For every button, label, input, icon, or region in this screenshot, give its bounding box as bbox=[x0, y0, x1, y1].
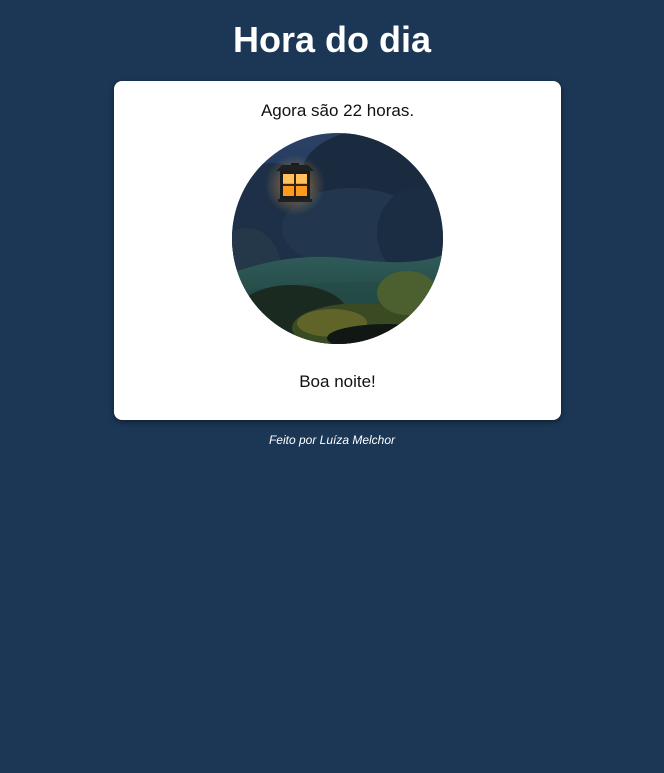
greeting-text: Boa noite! bbox=[299, 372, 376, 391]
night-photo bbox=[232, 133, 443, 344]
footer-credit: Feito por Luíza Melchor bbox=[268, 433, 396, 447]
current-time-text: Agora são 22 horas. bbox=[260, 101, 415, 120]
page: { "theme": { "background": "#1b3755", "c… bbox=[0, 0, 664, 773]
night-garden-lantern-icon bbox=[232, 133, 443, 344]
page-title: Hora do dia bbox=[232, 19, 432, 60]
time-card: Agora são 22 horas. Boa noite! bbox=[114, 81, 561, 420]
